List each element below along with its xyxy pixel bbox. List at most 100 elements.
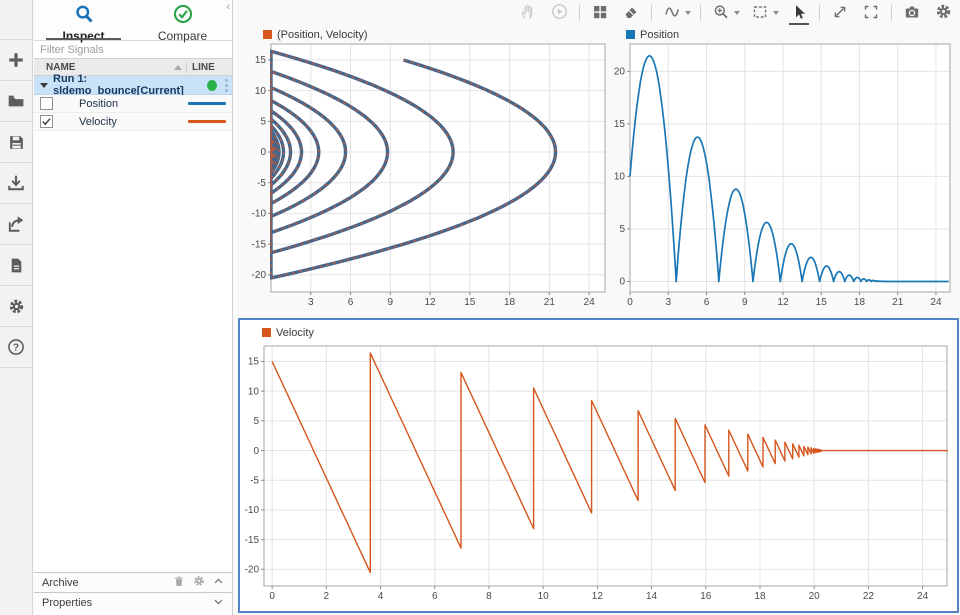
archive-label: Archive — [42, 577, 79, 589]
search-icon — [74, 4, 94, 27]
archive-settings-gear-icon[interactable] — [193, 575, 205, 590]
chevron-down-icon[interactable] — [40, 83, 48, 88]
gear-icon — [935, 3, 952, 23]
sidebar-empty-area — [34, 131, 232, 572]
svg-text:12: 12 — [592, 591, 604, 602]
legend-label: Velocity — [276, 327, 314, 339]
snapshot-button[interactable] — [901, 3, 923, 23]
svg-text:10: 10 — [614, 172, 625, 183]
help-button[interactable]: ? — [0, 327, 32, 368]
tab-compare[interactable]: Compare — [133, 0, 232, 40]
svg-text:0: 0 — [253, 446, 259, 457]
import-button[interactable] — [0, 163, 32, 204]
svg-text:22: 22 — [863, 591, 875, 602]
svg-text:0: 0 — [627, 297, 633, 308]
play-circle-icon — [551, 3, 568, 23]
eraser-icon — [623, 4, 639, 23]
tab-inspect[interactable]: Inspect — [34, 0, 133, 40]
chevron-down-icon[interactable] — [213, 596, 224, 610]
position-plot-canvas[interactable]: 0369121518212405101520 — [614, 42, 960, 312]
chevron-up-icon[interactable] — [213, 576, 224, 590]
legend-swatch — [262, 328, 271, 337]
svg-text:10: 10 — [538, 591, 550, 602]
svg-text:18: 18 — [754, 591, 766, 602]
fit-to-view-group — [749, 3, 779, 23]
create-report-button[interactable] — [0, 245, 32, 286]
signal-options-group — [661, 3, 691, 23]
tab-compare-label: Compare — [158, 29, 207, 43]
legend-swatch — [626, 30, 635, 39]
svg-text:-10: -10 — [245, 505, 260, 516]
preferences-button[interactable] — [0, 286, 32, 327]
select-cursor-button[interactable] — [788, 3, 810, 23]
signal-row-velocity[interactable]: Velocity — [34, 113, 232, 131]
plot-settings-group — [932, 3, 954, 23]
signal-row-position[interactable]: Position — [34, 95, 232, 113]
svg-text:10: 10 — [255, 86, 267, 97]
legend-label: Position — [640, 29, 679, 41]
export-icon — [7, 215, 25, 233]
column-name-label: NAME — [46, 62, 75, 73]
svg-text:15: 15 — [464, 297, 476, 308]
expand-button[interactable] — [829, 3, 851, 23]
phase-plot-panel[interactable]: (Position, Velocity) 3691215182124-20-15… — [241, 27, 617, 315]
svg-text:0: 0 — [269, 591, 275, 602]
svg-text:-15: -15 — [252, 239, 267, 250]
pan-group — [517, 3, 539, 23]
legend-swatch — [263, 30, 272, 39]
svg-text:15: 15 — [248, 357, 260, 368]
pan-button — [517, 3, 539, 23]
collapse-sidebar-icon[interactable]: ‹ — [226, 2, 230, 13]
replay-group — [548, 3, 570, 23]
clear-subplots-button[interactable] — [620, 3, 642, 23]
run-row[interactable]: Run 1: sldemo_bounce[Current] — [34, 76, 232, 95]
fullscreen-button[interactable] — [860, 3, 882, 23]
svg-text:-15: -15 — [245, 535, 260, 546]
save-button[interactable] — [0, 122, 32, 163]
signal-checkbox[interactable] — [40, 97, 53, 110]
filter-signals-input[interactable] — [34, 41, 232, 59]
export-button[interactable] — [0, 204, 32, 245]
svg-text:-20: -20 — [245, 565, 260, 576]
app-toolstrip: ? — [0, 0, 33, 615]
signal-checkbox[interactable] — [40, 115, 53, 128]
plus-icon — [7, 51, 25, 69]
toolbar-separator — [819, 5, 820, 21]
expand-icon — [832, 4, 848, 23]
archive-bar[interactable]: Archive — [34, 572, 232, 592]
folder-icon — [7, 92, 25, 110]
svg-text:15: 15 — [255, 55, 267, 66]
select-cursor-group — [788, 3, 810, 23]
grid-icon — [592, 4, 608, 23]
cursor-icon — [791, 4, 807, 23]
velocity-plot-panel-selected[interactable]: Velocity 024681012141618202224-20-15-10-… — [238, 318, 959, 613]
velocity-plot-canvas[interactable]: 024681012141618202224-20-15-10-5051015 — [240, 340, 955, 608]
signal-options-caret-down-icon[interactable] — [685, 11, 691, 15]
trash-icon[interactable] — [173, 575, 185, 591]
zoom-icon — [713, 4, 729, 23]
add-button[interactable] — [0, 40, 32, 81]
column-header-line[interactable]: LINE — [186, 62, 232, 73]
fit-to-view-button[interactable] — [749, 3, 771, 23]
signal-name: Velocity — [79, 116, 188, 128]
position-plot-panel[interactable]: Position 0369121518212405101520 — [614, 27, 960, 315]
plot-settings-button[interactable] — [932, 3, 954, 23]
fit-to-view-caret-down-icon[interactable] — [773, 11, 779, 15]
column-header-name[interactable]: NAME — [34, 62, 186, 73]
signal-options-button[interactable] — [661, 3, 683, 23]
toolbar-separator — [651, 5, 652, 21]
toolbar-separator — [579, 5, 580, 21]
open-button[interactable] — [0, 81, 32, 122]
plot-toolbar — [234, 0, 956, 26]
phase-plot-canvas[interactable]: 3691215182124-20-15-10-5051015 — [241, 42, 617, 312]
tab-inspect-label: Inspect — [62, 29, 104, 43]
zoom-in-caret-down-icon[interactable] — [734, 11, 740, 15]
signal-sidebar: Inspect Compare ‹ NAME LINE Run 1: sldem… — [34, 0, 233, 615]
subplot-layout-button[interactable] — [589, 3, 611, 23]
hand-icon — [520, 4, 536, 23]
zoom-in-button[interactable] — [710, 3, 732, 23]
kebab-menu-icon[interactable] — [225, 79, 228, 92]
toolbar-separator — [891, 5, 892, 21]
plot-area: (Position, Velocity) 3691215182124-20-15… — [234, 0, 960, 615]
properties-bar[interactable]: Properties — [34, 592, 232, 612]
